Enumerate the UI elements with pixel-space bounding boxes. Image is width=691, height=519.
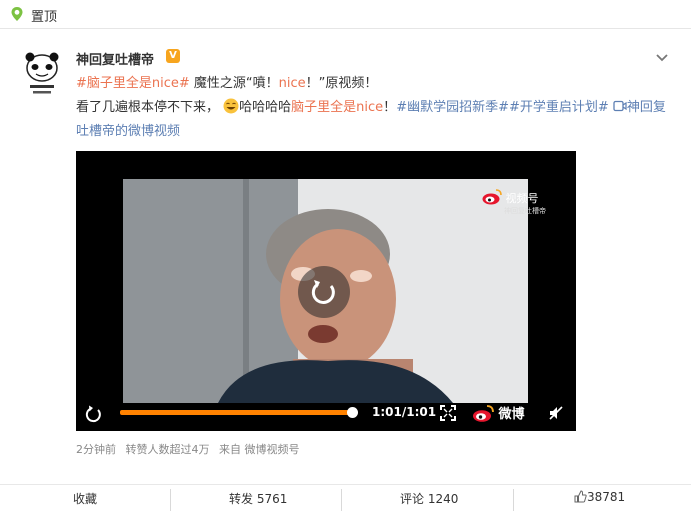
progress-knob[interactable] — [347, 407, 358, 418]
verified-badge: V — [166, 49, 180, 63]
video-watermark: 视频号 神回复吐槽帝 — [482, 189, 546, 216]
post-text: #脑子里全是nice# 魔性之源“噴！nice！”原视频！ 看了几遍根本停不下来… — [76, 76, 666, 139]
fullscreen-icon[interactable] — [440, 405, 456, 421]
topic-link-1[interactable]: #幽默学园招新季# — [396, 100, 509, 115]
post-source[interactable]: 来自 微博视频号 — [219, 443, 300, 456]
chevron-down-icon[interactable] — [654, 52, 670, 64]
progress-bar[interactable] — [120, 410, 354, 415]
hashtag-link[interactable]: #脑子里全是nice# — [76, 76, 190, 91]
divider — [341, 489, 342, 511]
author-name[interactable]: 神回复吐槽帝 — [76, 49, 154, 68]
weibo-label: 微博 — [498, 407, 525, 422]
mute-icon[interactable] — [548, 405, 564, 421]
weibo-logo-icon — [482, 189, 502, 205]
watermark-sub: 神回复吐槽帝 — [504, 207, 546, 215]
post-meta: 2分钟前 转赞人数超过4万 来自 微博视频号 — [76, 441, 306, 457]
replay-big-icon[interactable] — [298, 266, 350, 318]
share-count: 转赞人数超过4万 — [125, 443, 210, 456]
weibo-brand[interactable]: 微博 — [472, 403, 525, 422]
video-time: 1:01/1:01 — [372, 405, 437, 419]
collect-button[interactable]: 收藏 — [73, 490, 97, 507]
top-bar: 置顶 — [0, 0, 691, 29]
video-link-icon — [613, 100, 627, 112]
thumbs-up-icon — [574, 490, 587, 503]
pinned-label: 置顶 — [31, 10, 58, 25]
divider — [513, 489, 514, 511]
weibo-eye-icon — [473, 405, 494, 422]
post-time[interactable]: 2分钟前 — [76, 443, 116, 456]
watermark-title: 视频号 — [505, 192, 539, 205]
laugh-emoji-icon — [223, 98, 239, 114]
like-button[interactable]: 38781 — [574, 490, 625, 504]
like-count: 38781 — [587, 490, 626, 504]
action-bar: 收藏 转发 5761 评论 1240 38781 — [0, 484, 691, 513]
comment-button[interactable]: 评论 1240 — [400, 490, 458, 507]
nice-link[interactable]: nice — [279, 76, 306, 91]
pin-icon — [11, 7, 23, 21]
hashtag-inline-link[interactable]: 脑子里全是nice — [291, 100, 383, 115]
avatar[interactable] — [22, 52, 62, 96]
repost-button[interactable]: 转发 5761 — [229, 490, 287, 507]
replay-icon[interactable] — [84, 404, 104, 424]
video-player[interactable]: 视频号 神回复吐槽帝 1:01/1:01 微博 — [76, 151, 576, 431]
divider — [170, 489, 171, 511]
topic-link-2[interactable]: #开学重启计划# — [509, 100, 609, 115]
